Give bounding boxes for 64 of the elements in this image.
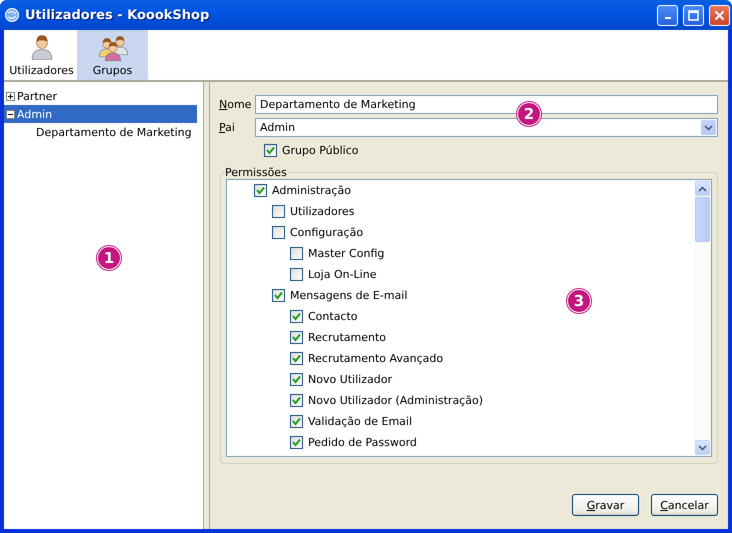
toolbar-button[interactable]: Grupos	[77, 30, 148, 80]
chevron-up-icon	[698, 186, 707, 192]
checkbox[interactable]	[290, 268, 303, 281]
checkbox[interactable]	[290, 352, 303, 365]
toolbar-button[interactable]: Utilizadores	[6, 30, 77, 80]
window-title: Utilizadores - KoookShop	[25, 8, 210, 22]
group-title: Permissões	[224, 166, 288, 179]
check-icon	[265, 144, 276, 156]
parent-dropdown[interactable]: Admin	[255, 118, 718, 137]
field-label: Pai	[219, 121, 236, 134]
collapse-icon	[6, 110, 15, 118]
check-icon	[291, 437, 302, 448]
permission-label: Validação de Email	[308, 415, 412, 428]
checkbox[interactable]	[290, 247, 303, 260]
maximize-button[interactable]	[683, 4, 704, 26]
permission-label: Novo Utilizador	[308, 373, 392, 386]
close-icon	[714, 10, 725, 20]
tree-item[interactable]: Departamento de Marketing	[4, 123, 197, 141]
check-icon	[291, 395, 302, 406]
minimize-icon	[664, 17, 670, 19]
chevron-down-icon	[698, 444, 707, 450]
permission-label: Recrutamento	[308, 331, 386, 344]
permission-label: Pedido de Password	[308, 436, 417, 449]
close-button[interactable]	[709, 4, 730, 26]
check-icon	[291, 416, 302, 427]
permission-label: Configuração	[290, 226, 364, 239]
globe-icon	[4, 7, 20, 23]
check-icon	[255, 185, 266, 196]
checkbox[interactable]	[290, 436, 303, 449]
check-icon	[291, 332, 302, 343]
permission-label: Contacto	[308, 310, 358, 323]
permission-label: Loja On-Line	[308, 268, 376, 281]
tree-item[interactable]: Admin	[4, 105, 197, 123]
checkbox[interactable]	[272, 205, 285, 218]
chevron-down-icon	[704, 124, 713, 130]
checkbox-label: Grupo Público	[282, 144, 359, 156]
check-icon	[291, 353, 302, 364]
permission-label: Recrutamento Avançado	[308, 352, 444, 365]
permission-label: Administração	[272, 184, 351, 197]
checkbox[interactable]	[254, 184, 267, 197]
check-icon	[273, 290, 284, 301]
check-icon	[291, 374, 302, 385]
checkbox[interactable]	[272, 226, 285, 239]
checkbox[interactable]	[290, 373, 303, 386]
checkbox[interactable]	[290, 310, 303, 323]
maximize-icon	[688, 10, 699, 20]
minimize-button[interactable]	[657, 4, 678, 26]
callout-badge: 1	[97, 246, 121, 270]
checkbox[interactable]	[272, 289, 285, 302]
scrollbar[interactable]	[694, 180, 711, 456]
permission-label: Mensagens de E-mail	[290, 289, 408, 302]
dialog-button[interactable]: Cancelar	[651, 494, 718, 516]
checkbox[interactable]	[290, 415, 303, 428]
checkbox[interactable]	[290, 394, 303, 407]
permission-label: Novo Utilizador (Administração)	[308, 394, 483, 407]
scrollbar-thumb[interactable]	[695, 197, 710, 242]
checkbox[interactable]	[264, 144, 277, 156]
permission-label: Utilizadores	[290, 205, 355, 218]
tree-item[interactable]: Partner	[4, 87, 197, 105]
field-label: Nome	[219, 98, 252, 111]
checkbox[interactable]	[290, 331, 303, 344]
check-icon	[291, 311, 302, 322]
dialog-button[interactable]: Gravar	[572, 494, 639, 516]
permission-label: Master Config	[308, 247, 384, 260]
